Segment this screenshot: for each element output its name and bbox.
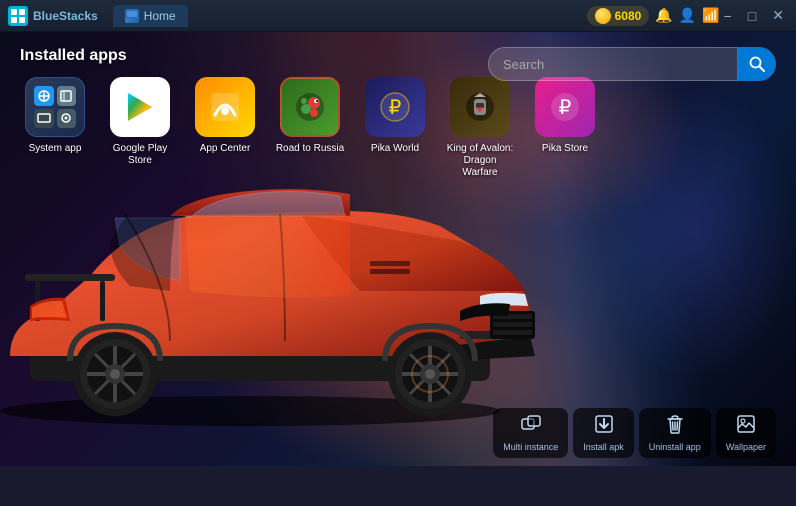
top-search-input[interactable] (488, 47, 738, 81)
svg-text:₽: ₽ (389, 97, 402, 119)
multi-instance-label: Multi instance (503, 442, 558, 452)
user-icon[interactable]: 👤 (679, 7, 696, 24)
uninstall-app-label: Uninstall app (649, 442, 701, 452)
coin-amount: 6080 (615, 9, 642, 23)
google-play-label: Google Play Store (105, 143, 175, 167)
system-app-icon (25, 77, 85, 137)
app-item-google-play[interactable]: Google Play Store (105, 77, 175, 179)
pika-store-icon: ₽ (535, 77, 595, 137)
minimize-button[interactable]: − (720, 6, 736, 26)
app-center-icon (195, 77, 255, 137)
home-tab-icon (125, 9, 139, 23)
top-search-button[interactable] (738, 47, 776, 81)
uninstall-app-icon (665, 414, 685, 439)
install-apk-label: Install apk (583, 442, 624, 452)
multi-instance-button[interactable]: Multi instance (493, 408, 568, 458)
wallpaper-icon (736, 414, 756, 439)
app-name: BlueStacks (33, 9, 98, 23)
pika-world-label: Pika World (371, 143, 419, 155)
window-controls: − □ ✕ (720, 5, 788, 26)
bell-icon[interactable]: 🔔 (655, 7, 672, 24)
apps-grid: System app (20, 77, 776, 179)
bluestacks-icon (8, 6, 28, 26)
tab-bar: Home (113, 5, 579, 27)
svg-text:₽: ₽ (559, 97, 572, 119)
app-item-pika-world[interactable]: ₽ Pika World (360, 77, 430, 179)
app-item-pika-store[interactable]: ₽ Pika Store (530, 77, 600, 179)
road-russia-label: Road to Russia (276, 143, 344, 155)
google-play-icon (110, 77, 170, 137)
app-item-app-center[interactable]: App Center (190, 77, 260, 179)
app-item-king-avalon[interactable]: King of Avalon: Dragon Warfare (445, 77, 515, 179)
uninstall-app-button[interactable]: Uninstall app (639, 408, 711, 458)
home-tab-label: Home (144, 9, 176, 23)
coin-icon (595, 8, 611, 24)
king-avalon-icon (450, 77, 510, 137)
multi-instance-icon (521, 414, 541, 439)
home-tab[interactable]: Home (113, 5, 188, 27)
wallpaper-button[interactable]: Wallpaper (716, 408, 776, 458)
close-button[interactable]: ✕ (768, 5, 788, 26)
notification-area: 6080 🔔 👤 📶 (587, 6, 720, 26)
wallpaper-label: Wallpaper (726, 442, 766, 452)
top-search (488, 47, 776, 81)
bottom-toolbar: Multi instance Install apk (493, 408, 776, 458)
app-item-system[interactable]: System app (20, 77, 90, 179)
maximize-button[interactable]: □ (744, 6, 760, 26)
bluestacks-logo: BlueStacks (8, 6, 98, 26)
road-russia-icon (280, 77, 340, 137)
coin-display: 6080 (587, 6, 650, 26)
app-item-road-russia[interactable]: Road to Russia (275, 77, 345, 179)
install-apk-icon (594, 414, 614, 439)
system-app-label: System app (29, 143, 82, 155)
app-center-label: App Center (200, 143, 251, 155)
main-content: Installed apps (0, 32, 796, 466)
king-avalon-label: King of Avalon: Dragon Warfare (445, 143, 515, 179)
pika-world-icon: ₽ (365, 77, 425, 137)
title-bar: BlueStacks Home 6080 🔔 👤 📶 − □ ✕ (0, 0, 796, 32)
pika-store-label: Pika Store (542, 143, 588, 155)
install-apk-button[interactable]: Install apk (573, 408, 634, 458)
signal-icon[interactable]: 📶 (702, 7, 719, 24)
